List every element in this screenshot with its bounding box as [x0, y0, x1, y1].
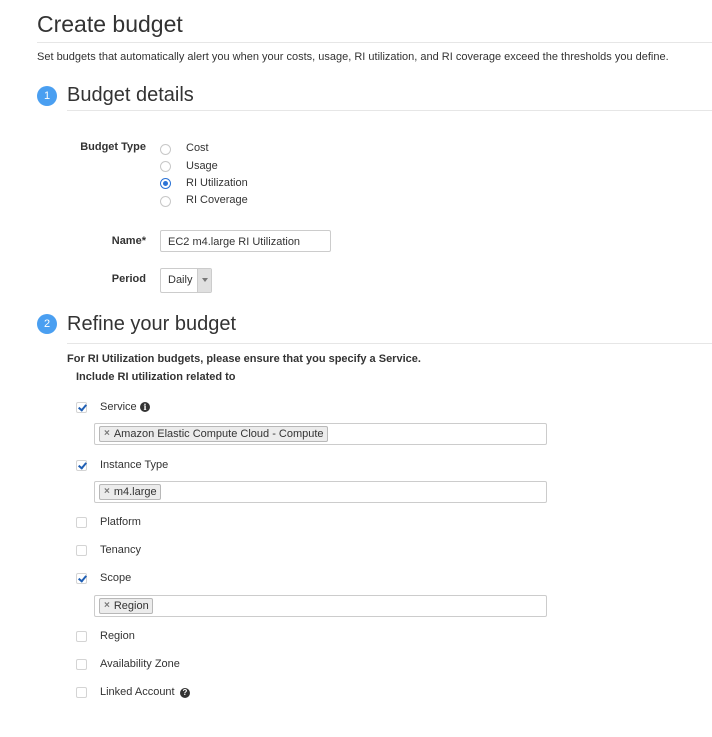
- tag-scope: × Region: [99, 598, 153, 614]
- tag-service: × Amazon Elastic Compute Cloud - Compute: [99, 426, 328, 442]
- step-1-badge: 1: [37, 86, 57, 106]
- service-tag-input[interactable]: × Amazon Elastic Compute Cloud - Compute: [94, 423, 547, 445]
- tag-remove-icon[interactable]: ×: [104, 485, 110, 499]
- period-label: Period: [111, 273, 146, 285]
- help-icon[interactable]: ?: [180, 688, 190, 698]
- filter-label-service[interactable]: Service: [100, 401, 137, 413]
- filter-label-scope[interactable]: Scope: [100, 572, 131, 584]
- radio-usage[interactable]: [160, 161, 171, 172]
- include-label: Include RI utilization related to: [76, 371, 236, 383]
- tag-label: Region: [113, 600, 149, 612]
- tag-remove-icon[interactable]: ×: [104, 599, 110, 613]
- checkbox-tenancy[interactable]: [76, 545, 87, 556]
- step-2-badge: 2: [37, 314, 57, 334]
- checkbox-service[interactable]: [76, 402, 87, 413]
- scope-tag-input[interactable]: × Region: [94, 595, 547, 617]
- filter-label-linked-account[interactable]: Linked Account: [100, 686, 175, 698]
- radio-ri-coverage-label[interactable]: RI Coverage: [186, 194, 248, 206]
- checkbox-platform[interactable]: [76, 517, 87, 528]
- title-divider: [37, 42, 712, 43]
- tag-remove-icon[interactable]: ×: [104, 427, 110, 441]
- tag-instance-type: × m4.large: [99, 484, 161, 500]
- radio-cost-label[interactable]: Cost: [186, 142, 209, 154]
- ri-service-note: For RI Utilization budgets, please ensur…: [67, 353, 421, 365]
- name-label: Name*: [111, 235, 146, 247]
- chevron-down-icon[interactable]: [197, 269, 211, 292]
- tag-label: m4.large: [113, 486, 157, 498]
- page-title: Create budget: [37, 11, 183, 37]
- checkbox-instance-type[interactable]: [76, 460, 87, 471]
- section-title-budget-details: Budget details: [67, 84, 194, 106]
- checkbox-region[interactable]: [76, 631, 87, 642]
- budget-name-input[interactable]: EC2 m4.large RI Utilization: [160, 230, 331, 252]
- filter-label-instance-type[interactable]: Instance Type: [100, 459, 168, 471]
- checkbox-availability-zone[interactable]: [76, 659, 87, 670]
- filter-label-region[interactable]: Region: [100, 630, 135, 642]
- tag-label: Amazon Elastic Compute Cloud - Compute: [113, 428, 324, 440]
- filter-label-platform[interactable]: Platform: [100, 516, 141, 528]
- period-select[interactable]: Daily: [160, 268, 212, 293]
- page-intro: Set budgets that automatically alert you…: [37, 51, 669, 63]
- section-2-divider: [67, 343, 712, 344]
- radio-ri-utilization[interactable]: [160, 178, 171, 189]
- info-icon[interactable]: i: [140, 402, 150, 412]
- checkbox-scope[interactable]: [76, 573, 87, 584]
- period-select-value: Daily: [168, 274, 193, 286]
- radio-usage-label[interactable]: Usage: [186, 160, 218, 172]
- radio-ri-coverage[interactable]: [160, 196, 171, 207]
- section-title-refine-budget: Refine your budget: [67, 313, 237, 335]
- section-1-divider: [67, 110, 712, 111]
- checkbox-linked-account[interactable]: [76, 687, 87, 698]
- budget-type-label: Budget Type: [80, 141, 146, 153]
- instance-type-tag-input[interactable]: × m4.large: [94, 481, 547, 503]
- filter-label-tenancy[interactable]: Tenancy: [100, 544, 141, 556]
- radio-cost[interactable]: [160, 144, 171, 155]
- radio-ri-utilization-label[interactable]: RI Utilization: [186, 177, 248, 189]
- filter-label-availability-zone[interactable]: Availability Zone: [100, 658, 180, 670]
